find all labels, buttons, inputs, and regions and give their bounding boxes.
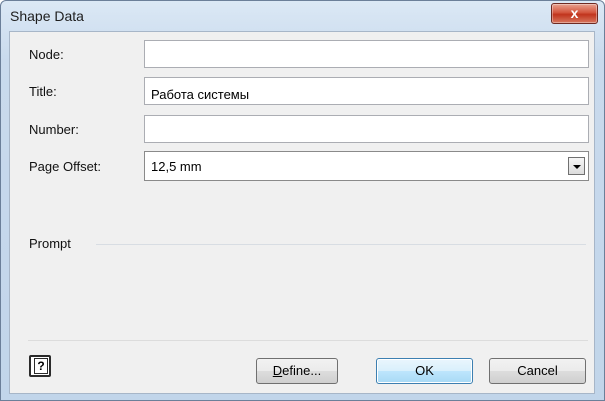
- dialog-body: Node: Title: Number: Page Offset: 12,5 m…: [9, 31, 595, 394]
- page-offset-row: Page Offset: 12,5 mm: [10, 151, 594, 181]
- window-title: Shape Data: [10, 8, 84, 24]
- close-button[interactable]: x: [551, 3, 598, 24]
- page-offset-value: 12,5 mm: [151, 159, 202, 174]
- number-label: Number:: [29, 122, 79, 137]
- node-label: Node:: [29, 47, 64, 62]
- define-label: efine...: [282, 363, 322, 378]
- page-offset-label: Page Offset:: [29, 159, 102, 174]
- node-input[interactable]: [144, 40, 589, 68]
- shape-data-dialog: Shape Data x Node: Title: Number: Page O…: [0, 0, 605, 401]
- page-offset-select[interactable]: 12,5 mm: [144, 151, 589, 181]
- title-bar[interactable]: Shape Data x: [1, 1, 604, 31]
- prompt-divider: [96, 244, 586, 245]
- cancel-button[interactable]: Cancel: [489, 358, 586, 384]
- number-row: Number:: [10, 115, 594, 145]
- ok-label: OK: [415, 363, 434, 378]
- define-accelerator: D: [272, 363, 283, 378]
- ok-button[interactable]: OK: [376, 358, 473, 384]
- help-button[interactable]: ?: [29, 355, 51, 377]
- close-icon: x: [570, 5, 579, 21]
- button-separator: [28, 340, 588, 341]
- help-icon: ?: [34, 358, 48, 374]
- cancel-label: Cancel: [517, 363, 558, 378]
- title-label: Title:: [29, 84, 57, 99]
- define-button[interactable]: Define...: [256, 358, 338, 384]
- node-row: Node:: [10, 40, 594, 70]
- title-row: Title:: [10, 77, 594, 107]
- title-input[interactable]: [144, 77, 589, 105]
- number-input[interactable]: [144, 115, 589, 143]
- prompt-label: Prompt: [29, 236, 71, 251]
- chevron-down-icon[interactable]: [568, 157, 585, 175]
